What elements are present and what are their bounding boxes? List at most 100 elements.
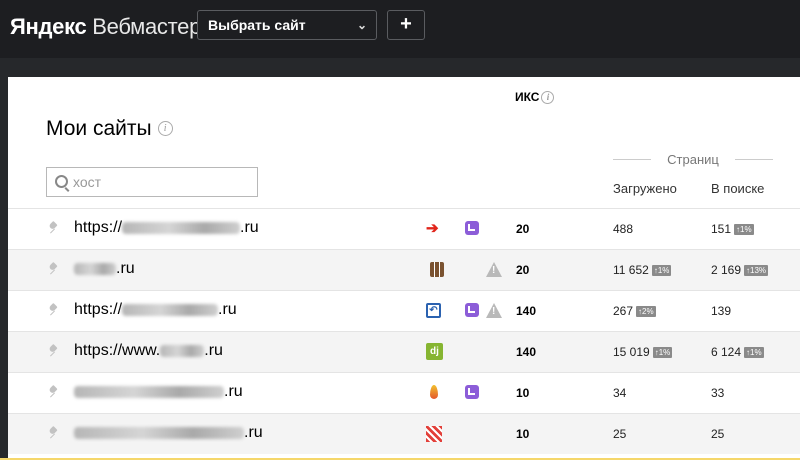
- in-search-value: 151: [711, 222, 732, 236]
- table-row[interactable]: .ru 20 11 652↑1% 2 169↑13%: [8, 249, 800, 290]
- loaded-column-header[interactable]: Загружено: [613, 181, 677, 196]
- redacted-domain: [74, 426, 244, 439]
- search-icon: [55, 175, 68, 188]
- in-search-cell: 6 124 ↑1%: [711, 345, 764, 359]
- table-row[interactable]: .ru 10 34 33: [8, 372, 800, 413]
- loaded-cell: 267 ↑2%: [613, 304, 656, 318]
- yandex-webmaster-logo[interactable]: Яндекс Вебмастер: [10, 14, 201, 40]
- in-search-cell: 2 169 ↑13%: [711, 263, 769, 277]
- loaded-cell: 15 019 ↑1%: [613, 345, 673, 359]
- in-search-cell: 151 ↑1%: [711, 222, 754, 236]
- redacted-domain: [160, 344, 205, 357]
- url-suffix: .ru: [244, 424, 263, 441]
- loaded-change-badge: ↑2%: [636, 306, 656, 317]
- in-search-cell: 139: [711, 304, 731, 318]
- loaded-cell: 34: [613, 386, 626, 400]
- in-search-change-badge: ↑1%: [734, 224, 754, 235]
- table-row[interactable]: https://www. .ru dj 140 15 019 ↑1% 6 124 ↑1…: [8, 331, 800, 372]
- chevron-down-icon: ⌄: [356, 18, 367, 32]
- page-title-text: Мои сайты: [46, 117, 152, 140]
- warning-icon[interactable]: [486, 262, 502, 277]
- url-prefix: https://: [74, 219, 123, 236]
- site-url[interactable]: .ru: [74, 424, 263, 442]
- my-sites-panel: Мои сайтыi Страниц ИКСi Загружено В поис…: [8, 77, 800, 460]
- in-search-change-badge: ↑13%: [744, 265, 769, 276]
- top-bar: Яндекс Вебмастер Выбрать сайт ⌄ +: [0, 0, 800, 58]
- in-search-cell: 33: [711, 386, 724, 400]
- in-search-value: 25: [711, 427, 725, 441]
- metrica-icon[interactable]: [465, 221, 479, 235]
- pages-group-header: Страниц: [613, 152, 773, 168]
- site-url[interactable]: https:// .ru: [74, 219, 259, 237]
- host-search[interactable]: [46, 167, 258, 197]
- iks-value: 10: [516, 386, 530, 400]
- in-search-value: 139: [711, 304, 732, 318]
- pin-icon[interactable]: [49, 304, 57, 316]
- in-search-change-badge: ↑1%: [744, 347, 764, 358]
- url-prefix: https://www.: [74, 342, 161, 359]
- loaded-cell: 25: [613, 427, 626, 441]
- iks-value: 20: [516, 222, 530, 236]
- blue-d-favicon-icon: ↶: [426, 303, 441, 318]
- table-row[interactable]: .ru 10 25 25: [8, 413, 800, 454]
- redacted-domain: [122, 221, 241, 234]
- loaded-value: 488: [613, 222, 634, 236]
- metrica-icon[interactable]: [465, 385, 479, 399]
- loaded-value: 267: [613, 304, 634, 318]
- url-suffix: .ru: [116, 260, 135, 277]
- site-select-dropdown[interactable]: Выбрать сайт ⌄: [197, 10, 377, 40]
- info-icon[interactable]: i: [541, 91, 555, 105]
- page-title: Мои сайты i: [46, 117, 173, 141]
- iks-value: 20: [516, 263, 530, 277]
- in-search-value: 2 169: [711, 263, 742, 277]
- iks-column-header[interactable]: ИКС i: [515, 90, 555, 105]
- url-suffix: .ru: [218, 301, 237, 318]
- host-search-input[interactable]: [73, 172, 243, 192]
- red-arrow-icon: ➔: [426, 220, 439, 237]
- info-icon[interactable]: i: [157, 120, 173, 136]
- in-search-value: 33: [711, 386, 725, 400]
- pin-icon[interactable]: [49, 427, 57, 439]
- redacted-domain: [74, 262, 116, 275]
- pin-icon[interactable]: [49, 386, 57, 398]
- table-row[interactable]: https:// .ru ➔ 20 488 151 ↑1%: [8, 208, 800, 249]
- loaded-value: 34: [613, 386, 627, 400]
- site-url[interactable]: .ru: [74, 260, 135, 278]
- url-suffix: .ru: [204, 342, 223, 359]
- sites-table: https://.ru ➔ 20 488 151↑1% .ru 20 11 65…: [8, 208, 800, 454]
- table-row[interactable]: https:// .ru ↶ 140 267↑2% 139: [8, 290, 800, 331]
- iks-header-label: ИКС: [515, 90, 540, 104]
- site-url[interactable]: https://www. .ru: [74, 342, 223, 360]
- in-search-cell: 25: [711, 427, 724, 441]
- pin-icon[interactable]: [49, 345, 57, 357]
- in-search-value: 6 124: [711, 345, 742, 359]
- in-search-column-header[interactable]: В поиске: [711, 181, 764, 196]
- pin-icon[interactable]: [49, 263, 57, 275]
- loaded-value: 25: [613, 427, 627, 441]
- pin-icon[interactable]: [49, 222, 57, 234]
- url-suffix: .ru: [240, 219, 259, 236]
- site-url[interactable]: .ru: [74, 383, 243, 401]
- site-select-label: Выбрать сайт: [208, 17, 306, 33]
- flame-favicon-icon: [430, 385, 438, 399]
- url-suffix: .ru: [224, 383, 243, 400]
- striped-favicon-icon: [426, 426, 442, 442]
- loaded-value: 11 652: [613, 263, 649, 277]
- site-url[interactable]: https:// .ru: [74, 301, 237, 319]
- brown-favicon-icon: [430, 262, 444, 277]
- dj-favicon-icon: dj: [426, 343, 443, 360]
- loaded-change-badge: ↑1%: [652, 347, 673, 358]
- warning-icon[interactable]: [486, 303, 502, 318]
- metrica-icon[interactable]: [465, 303, 479, 317]
- iks-value: 140: [516, 304, 537, 318]
- redacted-domain: [74, 385, 224, 398]
- loaded-change-badge: ↑1%: [651, 265, 672, 276]
- url-prefix: https://: [74, 301, 123, 318]
- iks-value: 140: [516, 345, 537, 359]
- logo-brand: Яндекс: [10, 14, 87, 39]
- logo-product: Вебмастер: [92, 14, 202, 39]
- loaded-value: 15 019: [613, 345, 650, 359]
- iks-value: 10: [516, 427, 530, 441]
- redacted-domain: [122, 303, 219, 316]
- add-site-button[interactable]: +: [387, 10, 425, 40]
